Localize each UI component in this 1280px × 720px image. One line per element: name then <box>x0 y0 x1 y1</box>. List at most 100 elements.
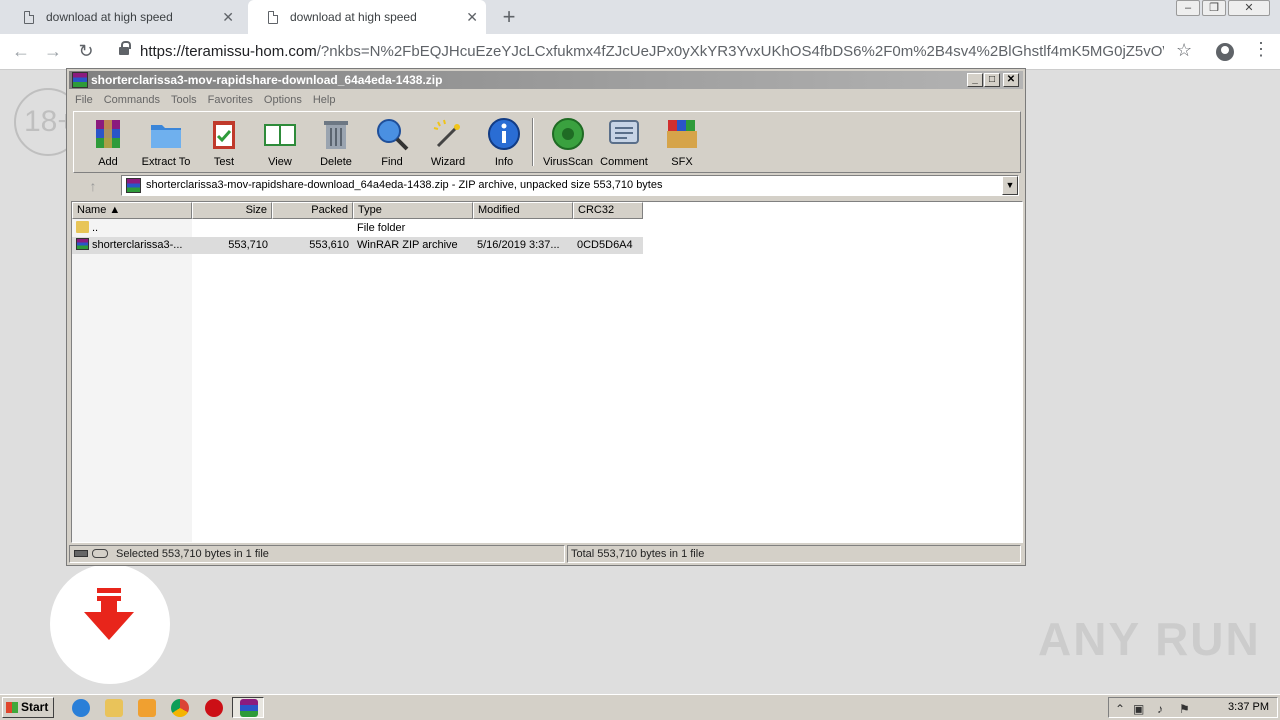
media-player-icon[interactable] <box>138 699 156 717</box>
status-selected-text: Selected 553,710 bytes in 1 file <box>116 548 269 560</box>
menu-options[interactable]: Options <box>264 91 302 109</box>
add-button[interactable]: Add <box>80 112 136 172</box>
start-button[interactable]: Start <box>2 697 54 718</box>
page-icon <box>268 10 278 24</box>
browser-tab-2[interactable]: download at high speed ✕ <box>248 0 486 34</box>
cell-modified <box>473 220 573 237</box>
tab-title: download at high speed <box>46 10 173 24</box>
minimize-icon[interactable]: _ <box>967 73 983 87</box>
menu-commands[interactable]: Commands <box>104 91 160 109</box>
view-button[interactable]: View <box>252 112 308 172</box>
table-row[interactable]: .. File folder <box>72 220 643 237</box>
address-field[interactable]: https://teramissu-hom.com/?nkbs=N%2FbEQJ… <box>140 43 1164 60</box>
watermark: ANY RUN <box>1038 613 1261 665</box>
menu-tools[interactable]: Tools <box>171 91 197 109</box>
name-column-shade <box>72 219 192 542</box>
menu-favorites[interactable]: Favorites <box>208 91 253 109</box>
wizard-button[interactable]: Wizard <box>420 112 476 172</box>
winrar-title-bar[interactable]: shorterclarissa3-mov-rapidshare-download… <box>69 71 1023 89</box>
comment-button[interactable]: Comment <box>596 112 652 172</box>
menu-help[interactable]: Help <box>313 91 336 109</box>
cell-crc32 <box>573 220 643 237</box>
cell-name: shorterclarissa3-... <box>72 237 192 254</box>
extract-to-button[interactable]: Extract To <box>138 112 194 172</box>
column-type[interactable]: Type <box>353 202 473 219</box>
column-name[interactable]: Name ▲ <box>72 202 192 219</box>
drive-icon[interactable] <box>74 550 88 557</box>
up-one-level-icon[interactable]: ↑ <box>73 175 113 197</box>
close-tab-icon[interactable]: ✕ <box>466 9 478 26</box>
taskbar: Start ⌃ ▣ ♪ ⚑ 3:37 PM <box>0 694 1280 720</box>
lock-icon[interactable] <box>119 41 131 57</box>
path-dropdown[interactable]: shorterclarissa3-mov-rapidshare-download… <box>121 175 1019 196</box>
tab-title: download at high speed <box>290 10 417 24</box>
window-controls: – ❐ ✕ <box>1174 0 1270 16</box>
cell-modified: 5/16/2019 3:37... <box>477 239 560 251</box>
windows-logo-icon <box>6 702 18 713</box>
toolbar: Add Extract To Test View Delete Find Wiz… <box>73 111 1021 173</box>
folder-icon <box>76 221 89 233</box>
status-selected: Selected 553,710 bytes in 1 file <box>69 545 565 563</box>
info-icon <box>488 118 520 150</box>
menu-file[interactable]: File <box>75 91 93 109</box>
forward-arrow-icon[interactable]: → <box>42 41 64 62</box>
opera-icon[interactable] <box>205 699 223 717</box>
delete-button[interactable]: Delete <box>308 112 364 172</box>
column-headers: Name ▲ Size Packed Type Modified CRC32 <box>72 202 643 219</box>
maximize-icon[interactable]: □ <box>984 73 1000 87</box>
file-explorer-icon[interactable] <box>105 699 123 717</box>
cell-type: File folder <box>357 222 406 234</box>
volume-icon[interactable]: ♪ <box>1157 702 1163 716</box>
magnifier-icon <box>377 119 409 151</box>
network-icon[interactable]: ▣ <box>1133 702 1144 716</box>
browser-tab-1[interactable]: download at high speed ✕ <box>4 0 242 34</box>
close-icon[interactable]: ✕ <box>1003 73 1019 87</box>
column-modified[interactable]: Modified <box>473 202 573 219</box>
action-center-flag-icon[interactable]: ⚑ <box>1179 702 1190 716</box>
account-icon[interactable] <box>1216 43 1234 61</box>
chevron-down-icon[interactable]: ▼ <box>1002 176 1018 195</box>
show-hidden-icons-icon[interactable]: ⌃ <box>1115 702 1125 716</box>
cell-crc32: 0CD5D6A4 <box>577 239 633 251</box>
menu-bar: File Commands Tools Favorites Options He… <box>75 91 346 109</box>
bookmark-star-icon[interactable]: ☆ <box>1176 40 1192 61</box>
delete-label: Delete <box>320 156 352 168</box>
virusscan-button[interactable]: VirusScan <box>540 112 596 172</box>
sfx-button[interactable]: SFX <box>654 112 710 172</box>
winrar-icon <box>240 699 258 717</box>
new-tab-button[interactable]: + <box>499 4 519 29</box>
comment-icon <box>609 120 639 144</box>
internet-explorer-icon[interactable] <box>72 699 90 717</box>
download-arrow-icon <box>97 588 121 593</box>
cell-name: .. <box>72 220 192 237</box>
chrome-icon[interactable] <box>171 699 189 717</box>
status-total: Total 553,710 bytes in 1 file <box>567 545 1021 563</box>
winrar-taskbar-button[interactable] <box>232 697 264 718</box>
info-button[interactable]: Info <box>476 112 532 172</box>
test-button[interactable]: Test <box>196 112 252 172</box>
row-name: shorterclarissa3-... <box>92 239 183 251</box>
add-archive-icon <box>96 120 120 148</box>
restore-icon[interactable]: ❐ <box>1202 0 1226 16</box>
minimize-icon[interactable]: – <box>1176 0 1200 16</box>
extract-folder-icon <box>151 125 181 148</box>
virusscan-label: VirusScan <box>543 156 593 168</box>
row-name: .. <box>92 222 99 234</box>
url-host: https://teramissu-hom.com <box>140 43 317 60</box>
wizard-label: Wizard <box>430 156 466 168</box>
table-row-selected[interactable]: shorterclarissa3-... 553,710 553,610 Win… <box>72 237 643 254</box>
column-crc32[interactable]: CRC32 <box>573 202 643 219</box>
clock[interactable]: 3:37 PM <box>1228 701 1269 713</box>
key-icon[interactable] <box>92 549 108 558</box>
reload-icon[interactable]: ↻ <box>75 41 97 62</box>
browser-menu-icon[interactable]: ⋮ <box>1252 39 1270 60</box>
virus-scan-icon <box>552 118 584 150</box>
close-window-icon[interactable]: ✕ <box>1228 0 1270 16</box>
close-tab-icon[interactable]: ✕ <box>222 9 234 26</box>
cell-size <box>192 220 272 237</box>
find-button[interactable]: Find <box>364 112 420 172</box>
extract-to-label: Extract To <box>141 156 191 168</box>
back-arrow-icon[interactable]: ← <box>10 41 32 62</box>
column-packed[interactable]: Packed <box>272 202 353 219</box>
column-size[interactable]: Size <box>192 202 272 219</box>
